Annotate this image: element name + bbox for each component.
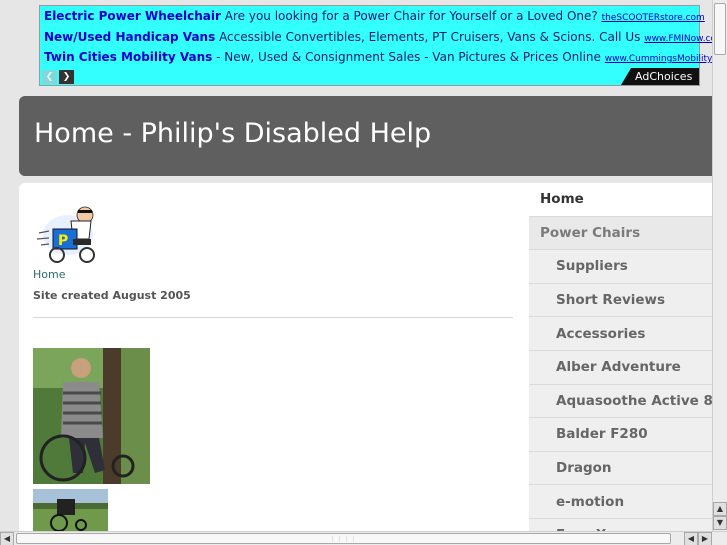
grip-icon: ⋮⋮⋮⋮ — [329, 536, 358, 543]
ad-line-3[interactable]: Twin Cities Mobility Vans - New, Used & … — [44, 50, 727, 64]
nav-item-short-reviews[interactable]: Short Reviews — [529, 284, 713, 318]
nav-item-e-motion[interactable]: e-motion — [529, 485, 713, 519]
ad-line-1[interactable]: Electric Power Wheelchair Are you lookin… — [44, 9, 705, 23]
nav-item-accessories[interactable]: Accessories — [529, 317, 713, 351]
scroll-down-icon[interactable]: ▼ — [713, 516, 727, 530]
site-header: Home - Philip's Disabled Help — [19, 96, 713, 176]
ad-prev-icon[interactable]: ❮ — [42, 70, 57, 84]
nav-item-balder-f280[interactable]: Balder F280 — [529, 418, 713, 452]
breadcrumb[interactable]: Home — [33, 268, 65, 281]
vertical-scroll-thumb[interactable] — [714, 3, 726, 55]
nav-item-dragon[interactable]: Dragon — [529, 452, 713, 486]
ad-next-icon[interactable]: ❯ — [59, 70, 74, 84]
scroll-left-icon[interactable]: ◀ — [0, 532, 14, 545]
ad-title[interactable]: Twin Cities Mobility Vans — [44, 50, 212, 64]
ad-text: Accessible Convertibles, Elements, PT Cr… — [219, 30, 641, 44]
ad-url[interactable]: theSCOOTERstore.com — [602, 13, 705, 23]
svg-text:P: P — [58, 233, 68, 249]
wheelchair-photo — [33, 348, 150, 484]
vertical-scrollbar[interactable]: ▲ ▼ — [712, 0, 727, 531]
horizontal-scroll-thumb[interactable]: ⋮⋮⋮⋮ — [16, 533, 671, 544]
page-title: Home - Philip's Disabled Help — [34, 118, 432, 149]
ad-url[interactable]: www.CummingsMobility.com — [605, 54, 727, 64]
nav-item-home[interactable]: Home — [529, 183, 713, 217]
main-content: P Home Site created August 2005 — [19, 183, 529, 531]
nav-item-alber-adventure[interactable]: Alber Adventure — [529, 351, 713, 385]
ad-text: Are you looking for a Power Chair for Yo… — [224, 9, 598, 23]
site-created-text: Site created August 2005 — [33, 289, 191, 302]
adchoices-button[interactable]: AdChoices ▷ — [621, 68, 699, 85]
ad-line-2[interactable]: New/Used Handicap Vans Accessible Conver… — [44, 30, 725, 44]
scroll-up-icon[interactable]: ▲ — [713, 502, 727, 516]
ad-banner[interactable]: Electric Power Wheelchair Are you lookin… — [39, 5, 727, 86]
nav-item-suppliers[interactable]: Suppliers — [529, 250, 713, 284]
nav-item-power-chairs[interactable]: Power Chairs — [529, 216, 713, 251]
sidebar-nav: Home Power Chairs Suppliers Short Review… — [529, 183, 713, 531]
ad-text: - New, Used & Consignment Sales - Van Pi… — [216, 50, 601, 64]
scroll-left-icon[interactable]: ◀ — [684, 532, 698, 545]
ad-title[interactable]: New/Used Handicap Vans — [44, 30, 215, 44]
divider — [33, 317, 513, 318]
ad-title[interactable]: Electric Power Wheelchair — [44, 9, 221, 23]
scroll-right-icon[interactable]: ▶ — [698, 532, 712, 545]
nav-item-aquasoothe-active-8[interactable]: Aquasoothe Active 8 — [529, 385, 713, 419]
wheelchair-logo-icon[interactable]: P — [33, 195, 103, 265]
horizontal-scrollbar[interactable]: ◀ ⋮⋮⋮⋮ ◀ ▶ — [0, 531, 727, 545]
wheelchair-photo — [33, 489, 108, 531]
nav-item-easy-x[interactable]: Easy X — [529, 519, 713, 531]
